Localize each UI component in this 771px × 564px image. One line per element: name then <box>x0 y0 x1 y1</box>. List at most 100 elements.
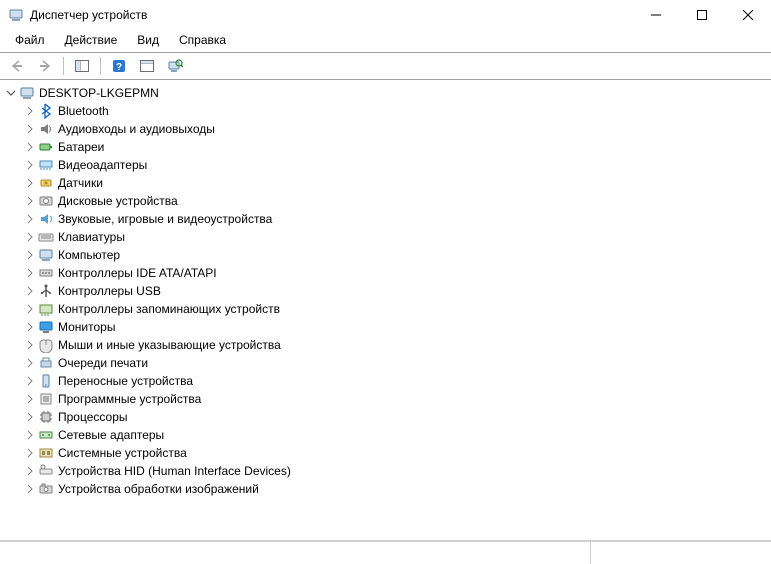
device-category-node[interactable]: Системные устройства <box>23 444 767 462</box>
computer-icon <box>38 247 54 263</box>
expand-collapse-icon[interactable] <box>23 196 37 206</box>
monitor-icon <box>38 319 54 335</box>
toolbar-back-button[interactable] <box>4 54 30 78</box>
device-category-node[interactable]: Компьютер <box>23 246 767 264</box>
mouse-icon <box>38 337 54 353</box>
maximize-button[interactable] <box>679 0 725 30</box>
device-category-label: Датчики <box>58 176 103 190</box>
audio-icon <box>38 121 54 137</box>
device-category-node[interactable]: Переносные устройства <box>23 372 767 390</box>
toolbar-separator <box>63 57 64 75</box>
device-category-node[interactable]: Дисковые устройства <box>23 192 767 210</box>
expand-collapse-icon[interactable] <box>23 412 37 422</box>
device-category-node[interactable]: Bluetooth <box>23 102 767 120</box>
expand-collapse-icon[interactable] <box>23 160 37 170</box>
sound-game-icon <box>38 211 54 227</box>
disk-icon <box>38 193 54 209</box>
ide-icon <box>38 265 54 281</box>
app-icon <box>8 7 24 23</box>
device-category-label: Видеоадаптеры <box>58 158 147 172</box>
device-category-node[interactable]: Очереди печати <box>23 354 767 372</box>
sensor-icon <box>38 175 54 191</box>
expand-collapse-icon[interactable] <box>23 322 37 332</box>
expand-collapse-icon[interactable] <box>23 304 37 314</box>
storage-ctrl-icon <box>38 301 54 317</box>
device-category-label: Контроллеры USB <box>58 284 161 298</box>
device-category-node[interactable]: Звуковые, игровые и видеоустройства <box>23 210 767 228</box>
device-category-node[interactable]: Мыши и иные указывающие устройства <box>23 336 767 354</box>
toolbar-scan-hardware-button[interactable] <box>162 54 188 78</box>
expand-collapse-icon[interactable] <box>23 286 37 296</box>
toolbar: ? <box>0 52 771 80</box>
expand-collapse-icon[interactable] <box>23 376 37 386</box>
titlebar: Диспетчер устройств <box>0 0 771 30</box>
device-category-label: Системные устройства <box>58 446 187 460</box>
expand-collapse-icon[interactable] <box>23 124 37 134</box>
computer-icon <box>19 85 35 101</box>
device-category-node[interactable]: Контроллеры USB <box>23 282 767 300</box>
expand-collapse-icon[interactable] <box>23 106 37 116</box>
device-category-label: Батареи <box>58 140 104 154</box>
imaging-icon <box>38 481 54 497</box>
tree-root-label: DESKTOP-LKGEPMN <box>39 86 159 100</box>
expand-collapse-icon[interactable] <box>23 484 37 494</box>
device-category-label: Программные устройства <box>58 392 201 406</box>
device-category-node[interactable]: Контроллеры запоминающих устройств <box>23 300 767 318</box>
toolbar-show-hide-tree-button[interactable] <box>69 54 95 78</box>
device-category-label: Клавиатуры <box>58 230 125 244</box>
cpu-icon <box>38 409 54 425</box>
software-dev-icon <box>38 391 54 407</box>
expand-collapse-icon[interactable] <box>23 178 37 188</box>
device-category-label: Звуковые, игровые и видеоустройства <box>58 212 272 226</box>
toolbar-properties-button[interactable] <box>134 54 160 78</box>
device-category-label: Контроллеры IDE ATA/ATAPI <box>58 266 217 280</box>
expand-collapse-icon[interactable] <box>23 448 37 458</box>
expand-collapse-icon[interactable] <box>4 88 18 98</box>
device-category-node[interactable]: Батареи <box>23 138 767 156</box>
toolbar-help-button[interactable]: ? <box>106 54 132 78</box>
expand-collapse-icon[interactable] <box>23 232 37 242</box>
device-category-label: Переносные устройства <box>58 374 193 388</box>
bluetooth-icon <box>38 103 54 119</box>
expand-collapse-icon[interactable] <box>23 142 37 152</box>
expand-collapse-icon[interactable] <box>23 214 37 224</box>
statusbar-pane-right <box>591 542 771 564</box>
network-icon <box>38 427 54 443</box>
device-category-label: Сетевые адаптеры <box>58 428 164 442</box>
minimize-button[interactable] <box>633 0 679 30</box>
menu-action[interactable]: Действие <box>58 32 125 48</box>
device-category-node[interactable]: Контроллеры IDE ATA/ATAPI <box>23 264 767 282</box>
device-category-node[interactable]: Датчики <box>23 174 767 192</box>
toolbar-forward-button[interactable] <box>32 54 58 78</box>
device-category-label: Компьютер <box>58 248 120 262</box>
close-button[interactable] <box>725 0 771 30</box>
toolbar-separator <box>100 57 101 75</box>
device-category-node[interactable]: Клавиатуры <box>23 228 767 246</box>
keyboard-icon <box>38 229 54 245</box>
menu-file[interactable]: Файл <box>8 32 52 48</box>
statusbar <box>0 541 771 564</box>
menubar: Файл Действие Вид Справка <box>0 30 771 50</box>
expand-collapse-icon[interactable] <box>23 250 37 260</box>
device-tree-pane[interactable]: DESKTOP-LKGEPMN BluetoothАудиовходы и ау… <box>0 80 771 541</box>
tree-root-node[interactable]: DESKTOP-LKGEPMN <box>4 84 767 102</box>
menu-view[interactable]: Вид <box>130 32 166 48</box>
device-category-node[interactable]: Программные устройства <box>23 390 767 408</box>
device-category-node[interactable]: Устройства обработки изображений <box>23 480 767 498</box>
menu-help[interactable]: Справка <box>172 32 233 48</box>
expand-collapse-icon[interactable] <box>23 268 37 278</box>
device-category-node[interactable]: Сетевые адаптеры <box>23 426 767 444</box>
expand-collapse-icon[interactable] <box>23 466 37 476</box>
device-category-node[interactable]: Мониторы <box>23 318 767 336</box>
device-category-label: Контроллеры запоминающих устройств <box>58 302 280 316</box>
device-category-node[interactable]: Процессоры <box>23 408 767 426</box>
device-category-label: Мониторы <box>58 320 115 334</box>
expand-collapse-icon[interactable] <box>23 430 37 440</box>
device-category-node[interactable]: Видеоадаптеры <box>23 156 767 174</box>
svg-text:?: ? <box>116 62 122 73</box>
expand-collapse-icon[interactable] <box>23 340 37 350</box>
device-category-node[interactable]: Устройства HID (Human Interface Devices) <box>23 462 767 480</box>
device-category-node[interactable]: Аудиовходы и аудиовыходы <box>23 120 767 138</box>
expand-collapse-icon[interactable] <box>23 394 37 404</box>
expand-collapse-icon[interactable] <box>23 358 37 368</box>
